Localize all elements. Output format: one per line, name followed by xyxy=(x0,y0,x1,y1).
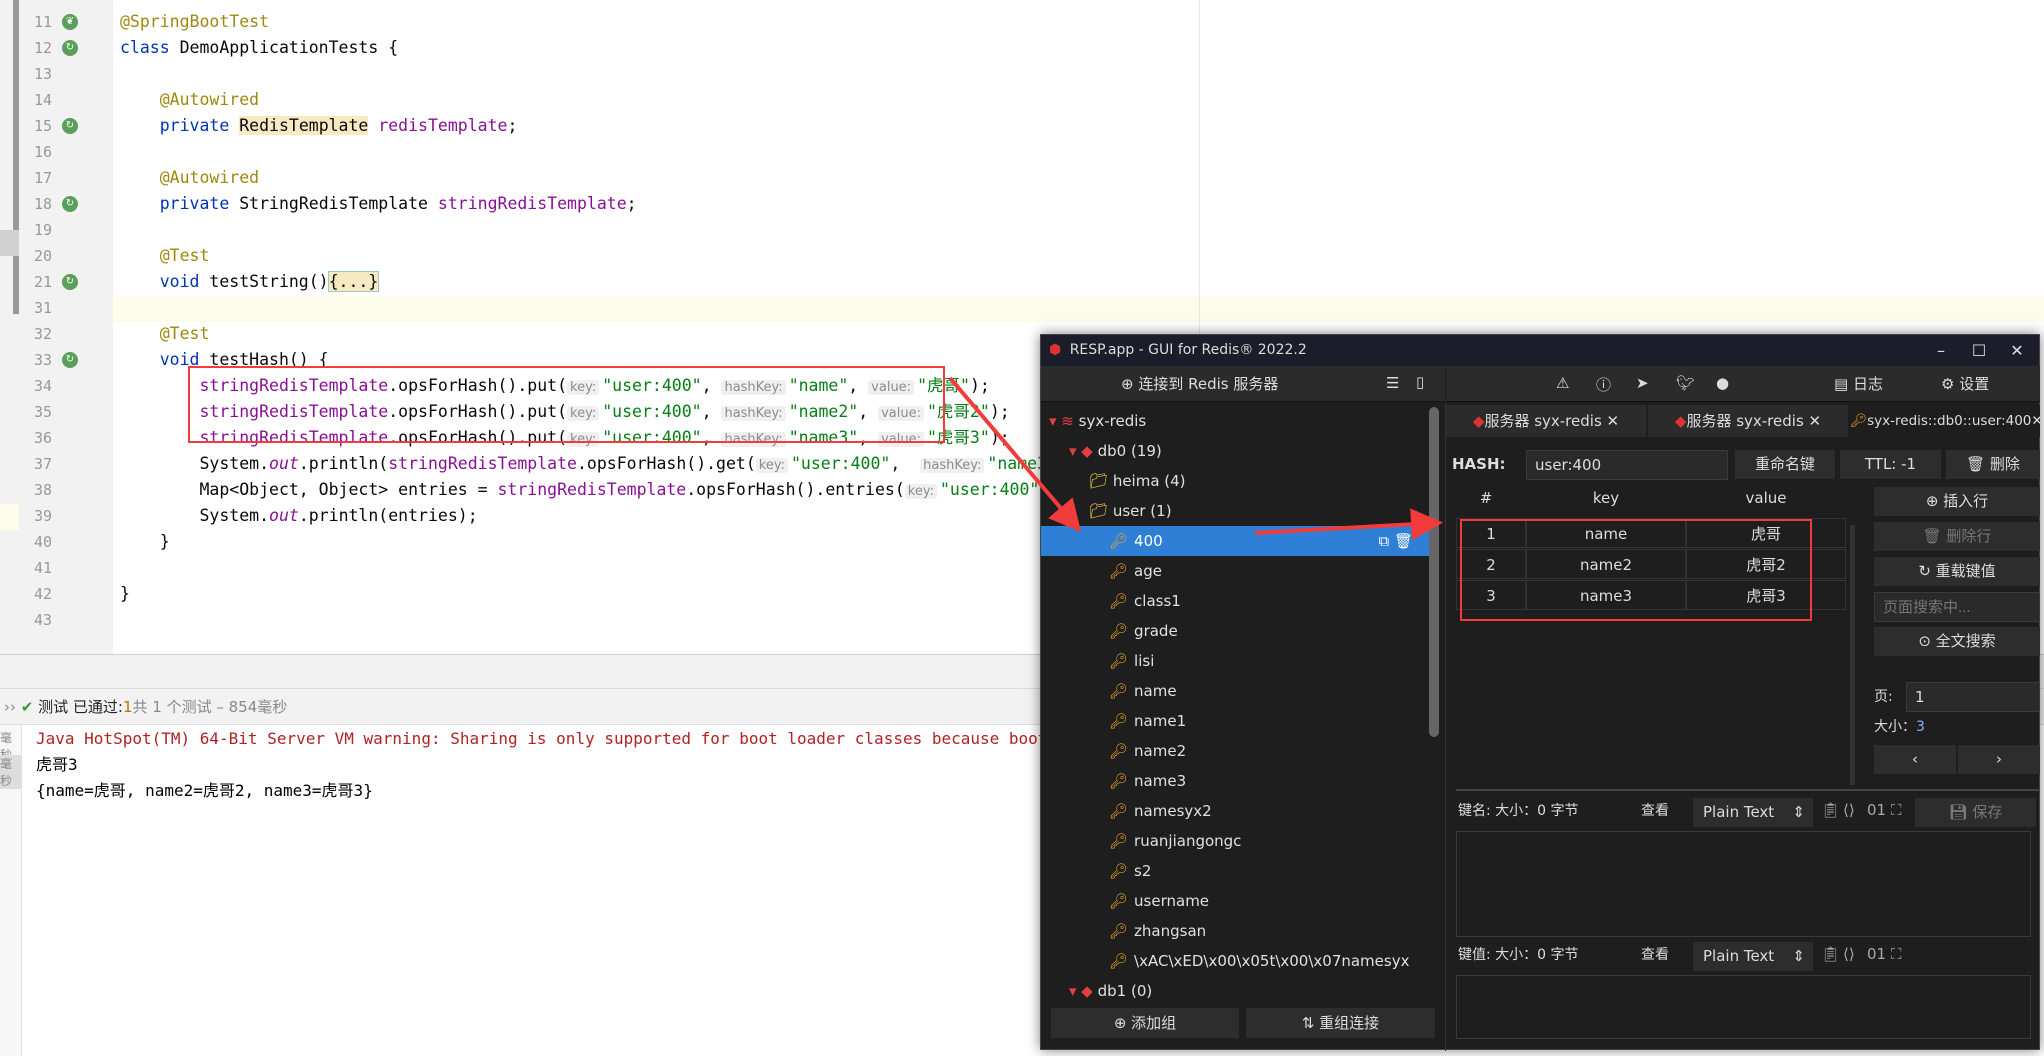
arrow-to-tree xyxy=(948,376,1082,533)
arrow-to-table xyxy=(1254,508,1443,541)
annotation-arrows xyxy=(948,376,1443,541)
